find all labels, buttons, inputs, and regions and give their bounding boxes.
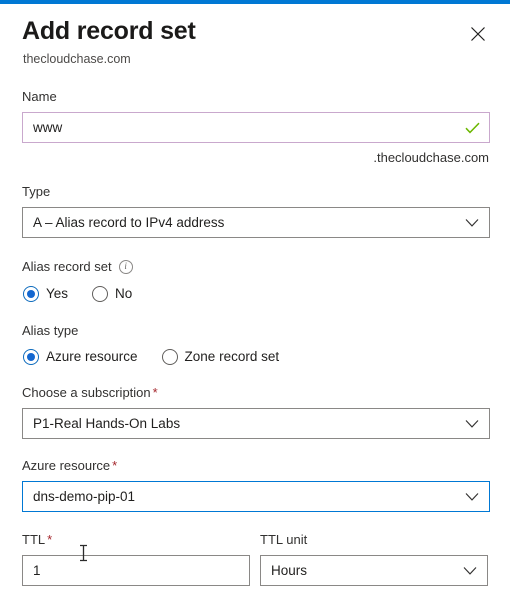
radio-alias-record-set-yes[interactable]: Yes: [23, 285, 68, 302]
alias-type-radio-group: Azure resource Zone record set: [23, 348, 510, 365]
info-icon[interactable]: i: [118, 259, 133, 274]
radio-label: Zone record set: [184, 349, 280, 364]
field-ttl-row: TTL* TTL unit Hours: [0, 531, 510, 586]
required-marker: *: [152, 385, 158, 400]
subscription-select-value: P1-Real Hands-On Labs: [33, 416, 181, 431]
alias-record-set-label: Alias record set: [22, 259, 112, 274]
radio-alias-type-azure-resource[interactable]: Azure resource: [23, 348, 138, 365]
blade-header: Add record set thecloudchase.com: [0, 4, 510, 78]
ttl-input-wrap[interactable]: [22, 555, 250, 586]
name-input-wrap[interactable]: [22, 112, 490, 143]
page-title: Add record set: [22, 17, 196, 45]
ttl-label: TTL: [22, 532, 46, 547]
azure-resource-label: Azure resource: [22, 458, 111, 473]
close-button[interactable]: [462, 18, 494, 50]
radio-mark: [23, 348, 39, 365]
azure-resource-select-value: dns-demo-pip-01: [33, 489, 136, 504]
ttl-unit-select-value: Hours: [271, 563, 308, 578]
field-alias-type: Alias type Azure resource Zone record se…: [0, 322, 510, 365]
required-marker: *: [47, 532, 53, 547]
ttl-unit-select[interactable]: Hours: [260, 555, 488, 586]
radio-alias-record-set-no[interactable]: No: [92, 285, 132, 302]
azure-resource-select[interactable]: dns-demo-pip-01: [22, 481, 490, 512]
chevron-down-icon: [463, 566, 477, 575]
alias-record-set-radio-group: Yes No: [23, 285, 510, 302]
type-select[interactable]: A – Alias record to IPv4 address: [22, 207, 490, 238]
chevron-down-icon: [465, 492, 479, 501]
subscription-label-group: Choose a subscription *: [22, 384, 510, 401]
radio-mark: [92, 285, 109, 302]
chevron-down-icon: [465, 419, 479, 428]
chevron-down-icon: [465, 218, 479, 227]
ttl-unit-label: TTL unit: [260, 532, 308, 547]
azure-resource-label-group: Azure resource *: [22, 457, 510, 474]
ttl-input[interactable]: [23, 556, 249, 585]
radio-mark: [161, 348, 178, 365]
page-subtitle: thecloudchase.com: [23, 52, 131, 66]
subscription-label: Choose a subscription: [22, 385, 151, 400]
name-input[interactable]: [23, 113, 489, 142]
alias-record-set-label-group: Alias record set i: [22, 258, 133, 275]
alias-type-label: Alias type: [22, 323, 79, 338]
field-name: Name .thecloudchase.com: [0, 88, 510, 165]
radio-mark: [23, 285, 39, 302]
radio-label: Yes: [46, 286, 69, 301]
checkmark-icon: [465, 122, 480, 134]
subscription-select[interactable]: P1-Real Hands-On Labs: [22, 408, 490, 439]
field-subscription: Choose a subscription * P1-Real Hands-On …: [0, 384, 510, 439]
type-select-value: A – Alias record to IPv4 address: [33, 215, 225, 230]
field-azure-resource: Azure resource * dns-demo-pip-01: [0, 457, 510, 512]
radio-label: Azure resource: [46, 349, 138, 364]
required-marker: *: [112, 458, 118, 473]
radio-label: No: [115, 286, 133, 301]
field-alias-record-set: Alias record set i Yes No: [0, 258, 510, 302]
close-icon: [470, 26, 486, 42]
radio-alias-type-zone-record-set[interactable]: Zone record set: [161, 348, 280, 365]
field-type: Type A – Alias record to IPv4 address: [0, 183, 510, 238]
name-suffix: .thecloudchase.com: [373, 150, 489, 165]
field-ttl-unit: TTL unit Hours: [238, 531, 510, 586]
type-label: Type: [22, 184, 51, 199]
name-label: Name: [22, 89, 57, 104]
